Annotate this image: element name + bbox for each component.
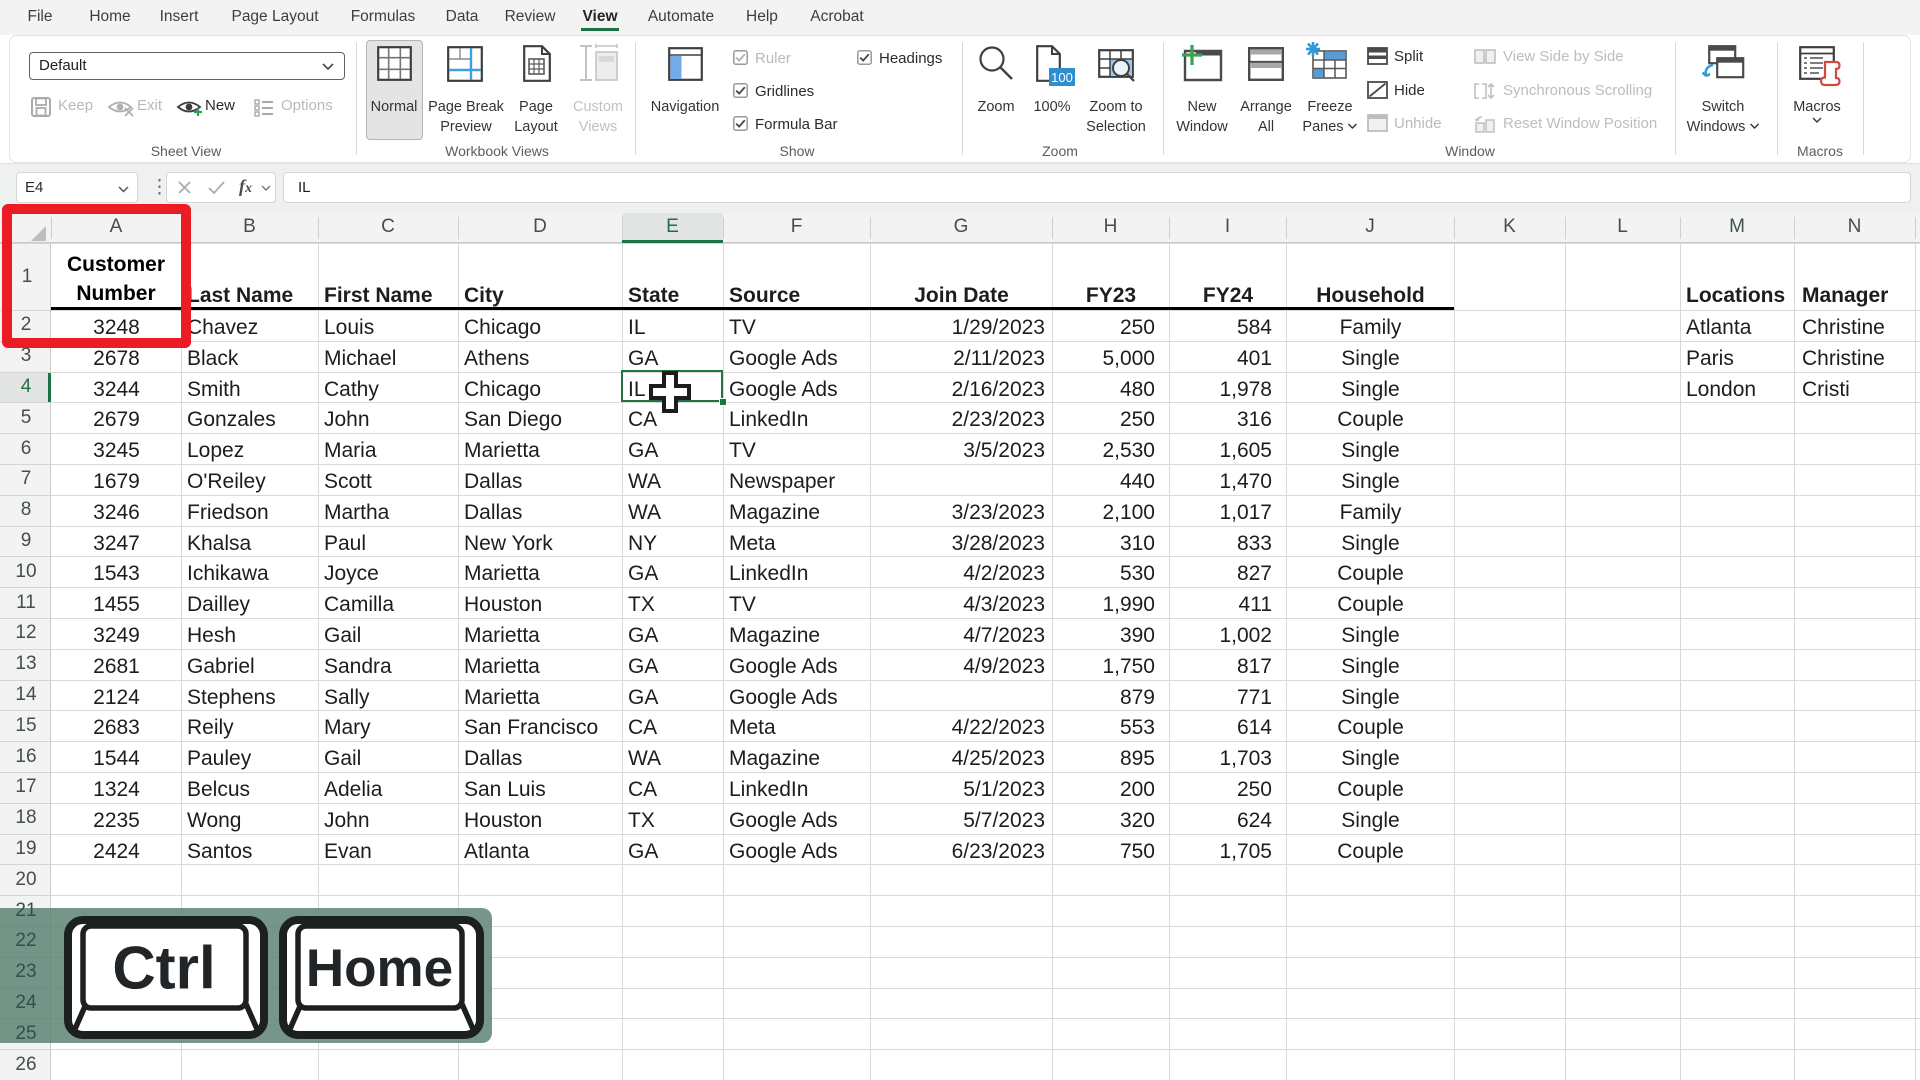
svg-text:Home: Home <box>306 939 453 998</box>
svg-text:Ctrl: Ctrl <box>112 934 215 1001</box>
svg-text:100: 100 <box>1051 70 1073 85</box>
